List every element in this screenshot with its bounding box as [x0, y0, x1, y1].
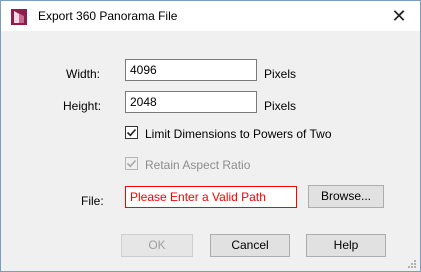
help-button[interactable]: Help [306, 234, 386, 257]
file-label: File: [81, 194, 104, 208]
height-field[interactable] [125, 91, 257, 113]
limit-powers-checkbox[interactable] [125, 126, 138, 139]
file-path-field[interactable]: Please Enter a Valid Path [125, 186, 297, 208]
width-label: Width: [66, 67, 101, 81]
checkmark-icon [126, 128, 137, 137]
close-icon[interactable]: ✕ [384, 3, 414, 29]
height-unit: Pixels [264, 99, 297, 113]
resize-grip-icon[interactable] [407, 258, 417, 268]
height-label: Height: [63, 99, 102, 113]
ok-button[interactable]: OK [121, 234, 193, 257]
panorama-app-icon [11, 9, 27, 25]
retain-aspect-label: Retain Aspect Ratio [145, 158, 251, 172]
width-unit: Pixels [264, 67, 297, 81]
checkmark-icon [126, 159, 137, 168]
dialog-title: Export 360 Panorama File [38, 9, 178, 23]
retain-aspect-checkbox[interactable] [125, 157, 138, 170]
title-bar[interactable]: Export 360 Panorama File ✕ [1, 1, 420, 31]
cancel-button[interactable]: Cancel [210, 234, 290, 257]
browse-button[interactable]: Browse... [308, 185, 384, 208]
width-field[interactable] [125, 59, 257, 81]
export-panorama-dialog: Export 360 Panorama File ✕ Width: Pixels… [0, 0, 421, 272]
limit-powers-label[interactable]: Limit Dimensions to Powers of Two [145, 127, 332, 141]
